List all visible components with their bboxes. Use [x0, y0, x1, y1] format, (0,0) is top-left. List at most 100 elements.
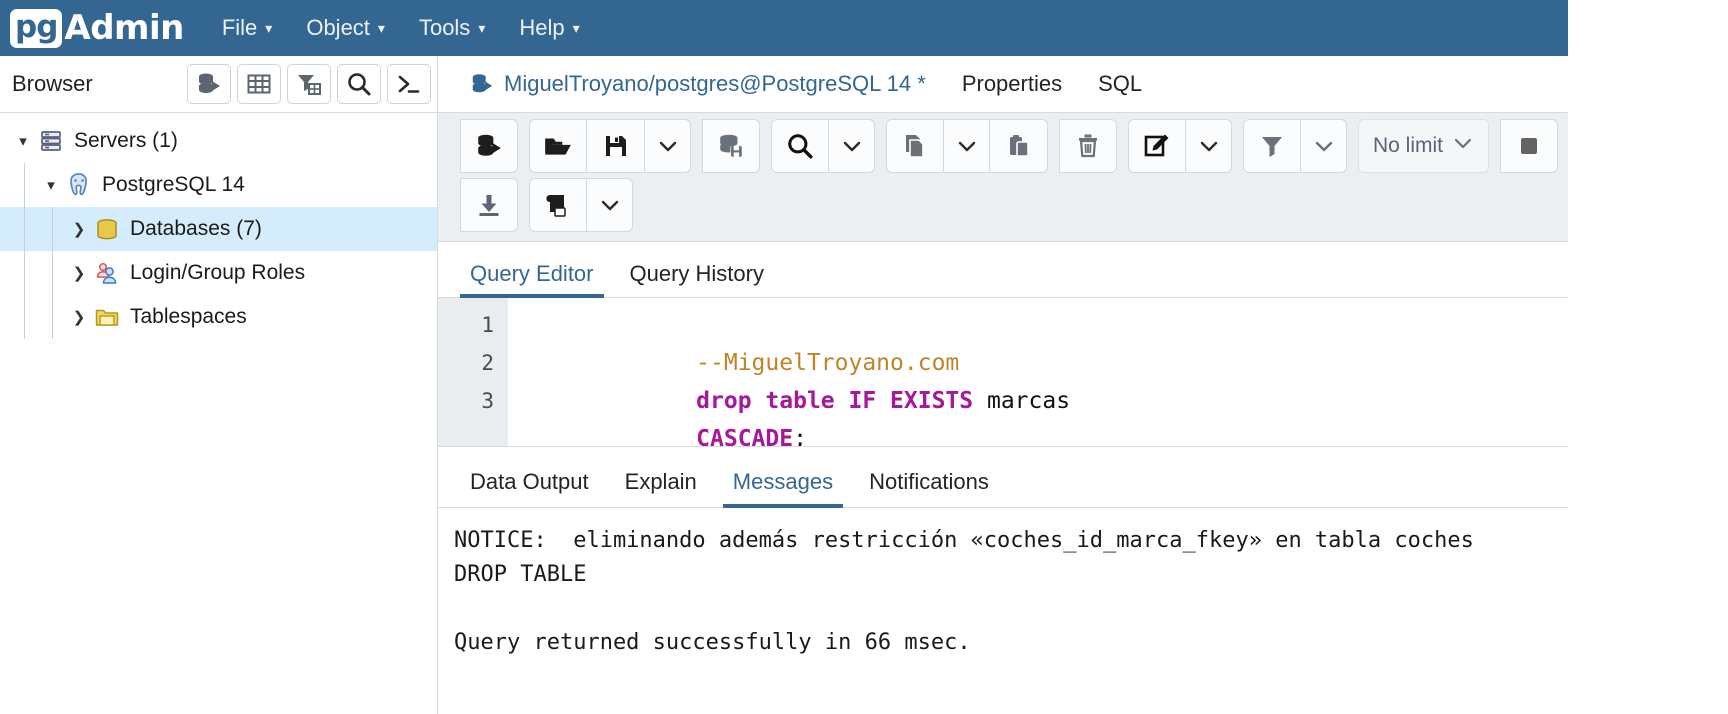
tree-guide-line: [24, 163, 25, 207]
stop-icon[interactable]: [1500, 119, 1558, 173]
tablespaces-icon: [92, 304, 122, 330]
macros-icon[interactable]: [529, 178, 587, 232]
tab-explain[interactable]: Explain: [607, 469, 715, 507]
line-number: 2: [481, 351, 494, 375]
line-number: 1: [481, 313, 494, 337]
tree-item-servers[interactable]: ▾ Servers (1): [0, 119, 437, 163]
messages-output: NOTICE: eliminando además restricción «c…: [454, 528, 1474, 655]
chevron-down-icon: ▾: [265, 19, 273, 36]
filter-icon[interactable]: [1243, 119, 1301, 173]
toolbar-group-delete: [1059, 119, 1117, 173]
tree-item-postgresql-14[interactable]: ▾ PostgreSQL 14: [0, 163, 437, 207]
tab-messages[interactable]: Messages: [715, 469, 851, 508]
tree-label-databases: Databases (7): [130, 217, 262, 240]
tab-label-data-output: Data Output: [470, 469, 589, 494]
chevron-down-icon: ▾: [377, 19, 385, 36]
filtered-rows-icon[interactable]: [287, 64, 331, 104]
toolbar-group-edit: [1128, 119, 1232, 173]
tree-label-postgresql-14: PostgreSQL 14: [102, 173, 245, 196]
toolbar-group-clipboard: [886, 119, 1048, 173]
chevron-right-icon[interactable]: ❯: [66, 264, 92, 282]
sql-editor[interactable]: 1 2 3 --MiguelTroyano.com drop table IF …: [438, 298, 1568, 452]
tab-query-editor[interactable]: Query Editor: [452, 261, 612, 298]
paste-icon[interactable]: [990, 119, 1048, 173]
tree-guide-line: [24, 295, 25, 339]
chevron-down-icon[interactable]: [587, 178, 633, 232]
chevron-down-icon[interactable]: [1186, 119, 1232, 173]
menu-file-label: File: [221, 15, 258, 40]
tab-data-output[interactable]: Data Output: [452, 469, 607, 507]
psql-terminal-icon[interactable]: [387, 64, 431, 104]
save-file-icon[interactable]: [587, 119, 645, 173]
tab-label-session: MiguelTroyano/postgres@PostgreSQL 14 *: [504, 71, 926, 96]
tree-item-databases[interactable]: ❯ Databases (7): [0, 207, 437, 251]
code-token-identifier: marcas: [986, 388, 1071, 414]
pgadmin-window: pg Admin File ▾ Object ▾ Tools ▾ Help ▾ …: [0, 0, 1568, 714]
copy-icon[interactable]: [886, 119, 944, 173]
tab-properties[interactable]: Properties: [944, 56, 1080, 112]
toolbar-group-file: [529, 119, 691, 173]
query-tool-icon[interactable]: [187, 64, 231, 104]
chevron-down-icon: [1452, 132, 1474, 160]
download-icon[interactable]: [460, 178, 518, 232]
tree-item-tablespaces[interactable]: ❯ Tablespaces: [0, 295, 437, 339]
edit-icon[interactable]: [1128, 119, 1186, 173]
chevron-right-icon[interactable]: ❯: [66, 308, 92, 326]
menu-object-label: Object: [306, 15, 370, 40]
roles-icon: [92, 260, 122, 286]
pgadmin-logo: pg Admin: [10, 8, 184, 48]
menu-object[interactable]: Object ▾: [306, 15, 385, 41]
query-tool-icon: [470, 72, 494, 96]
row-limit-select[interactable]: No limit: [1358, 119, 1489, 173]
menu-help[interactable]: Help ▾: [519, 15, 579, 41]
chevron-down-icon[interactable]: [645, 119, 691, 173]
tab-label-sql: SQL: [1098, 71, 1143, 96]
chevron-right-icon[interactable]: ❯: [66, 220, 92, 238]
toolbar-group-open-query: [460, 119, 518, 173]
toolbar-row-2: [460, 178, 1558, 232]
toolbar-group-macros: [529, 178, 633, 232]
line-number-gutter: 1 2 3: [438, 298, 508, 446]
line-number: 3: [481, 389, 494, 413]
menu-file[interactable]: File ▾: [222, 15, 272, 41]
toolbar-group-find: [771, 119, 875, 173]
query-tool-tabbar: MiguelTroyano/postgres@PostgreSQL 14 * P…: [438, 56, 1568, 113]
tab-label-query-history: Query History: [629, 261, 764, 286]
databases-icon: [92, 216, 122, 242]
tree-label-servers: Servers (1): [74, 129, 178, 152]
search-icon[interactable]: [771, 119, 829, 173]
postgres-icon: [64, 171, 94, 199]
toolbar-group-stop: [1500, 119, 1558, 173]
sql-code-area[interactable]: --MiguelTroyano.com drop table IF EXISTS…: [508, 298, 1568, 452]
tab-query-history[interactable]: Query History: [612, 261, 782, 297]
code-token-comment: --MiguelTroyano.com: [696, 350, 960, 376]
tab-label-messages: Messages: [732, 469, 834, 494]
chevron-down-icon: ▾: [478, 19, 486, 36]
toolbar-group-filter: [1243, 119, 1347, 173]
open-query-tool-icon[interactable]: [460, 119, 518, 173]
browser-toolbar: [187, 64, 431, 104]
tab-sql[interactable]: SQL: [1080, 56, 1160, 112]
menu-bar: pg Admin File ▾ Object ▾ Tools ▾ Help ▾: [0, 0, 1568, 56]
tab-query-editor-session[interactable]: MiguelTroyano/postgres@PostgreSQL 14 *: [452, 56, 944, 112]
menu-tools[interactable]: Tools ▾: [419, 15, 485, 41]
chevron-down-icon[interactable]: ▾: [38, 176, 64, 194]
chevron-down-icon[interactable]: ▾: [10, 132, 36, 150]
execute-script-icon[interactable]: [702, 119, 760, 173]
chevron-down-icon[interactable]: [944, 119, 990, 173]
open-file-icon[interactable]: [529, 119, 587, 173]
tree-guide-line: [24, 207, 25, 251]
tree-item-login-group-roles[interactable]: ❯ Login/Group Roles: [0, 251, 437, 295]
tree-label-tablespaces: Tablespaces: [130, 305, 247, 328]
view-data-icon[interactable]: [237, 64, 281, 104]
delete-icon[interactable]: [1059, 119, 1117, 173]
search-icon[interactable]: [337, 64, 381, 104]
chevron-down-icon[interactable]: [829, 119, 875, 173]
code-token-keyword: drop table IF EXISTS: [696, 388, 987, 414]
logo-admin-text: Admin: [64, 8, 184, 48]
tab-notifications[interactable]: Notifications: [851, 469, 1007, 507]
browser-panel: Browser ▾ Servers (1) ▾ PostgreSQL 14 ❯ …: [0, 56, 438, 714]
tab-label-properties: Properties: [961, 71, 1063, 96]
chevron-down-icon[interactable]: [1301, 119, 1347, 173]
code-line: --MiguelTroyano.com: [530, 306, 1568, 376]
